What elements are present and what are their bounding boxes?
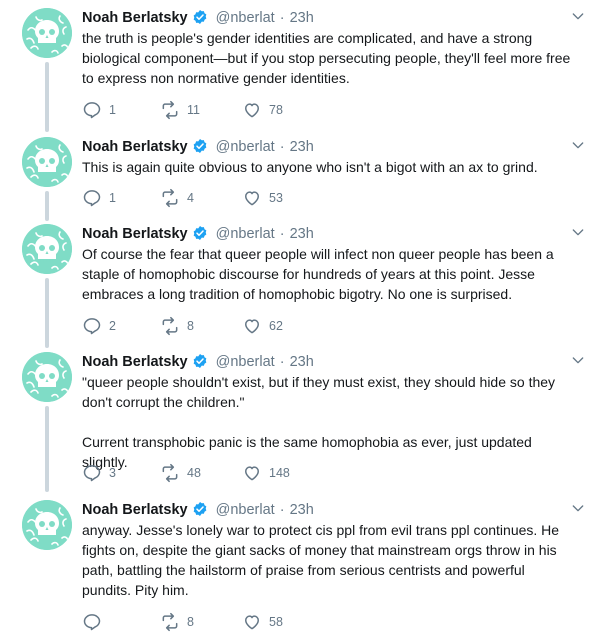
author-name[interactable]: Noah Berlatsky — [82, 354, 188, 370]
tweet-thread: Noah Berlatsky @nberlat · 23h the truth … — [0, 0, 610, 636]
tweet-text: Of course the fear that queer people wil… — [82, 246, 554, 302]
thread-line — [45, 406, 49, 492]
author-name[interactable]: Noah Berlatsky — [82, 226, 188, 242]
avatar[interactable] — [22, 352, 72, 402]
author-handle[interactable]: @nberlat — [216, 502, 275, 518]
tweet-text: This is again quite obvious to anyone wh… — [82, 159, 538, 175]
separator-dot: · — [279, 354, 285, 370]
retweet-icon — [162, 100, 178, 120]
tweet[interactable]: Noah Berlatsky @nberlat · 23h "queer peo… — [0, 352, 610, 492]
reply-button[interactable]: 2 — [82, 316, 116, 336]
like-count: 148 — [269, 466, 290, 480]
tweet-text: anyway. Jesse's lonely war to protect ci… — [82, 522, 560, 598]
thread-line — [45, 278, 49, 348]
author-handle[interactable]: @nberlat — [216, 139, 275, 155]
like-button[interactable]: 62 — [242, 316, 283, 336]
reply-button[interactable]: 1 — [82, 100, 116, 120]
verified-badge-icon — [193, 226, 206, 240]
tweet-header: Noah Berlatsky @nberlat · 23h — [82, 137, 314, 157]
thread-line — [45, 62, 49, 132]
avatar[interactable] — [22, 137, 72, 187]
retweet-count: 11 — [187, 103, 200, 117]
avatar[interactable] — [22, 224, 72, 274]
heart-icon — [245, 615, 259, 630]
author-handle[interactable]: @nberlat — [216, 354, 275, 370]
like-count: 78 — [269, 103, 283, 117]
timestamp[interactable]: 23h — [290, 354, 314, 370]
like-button[interactable]: 53 — [242, 188, 283, 208]
heart-icon — [245, 103, 259, 118]
chevron-down-icon[interactable] — [570, 137, 586, 153]
avatar[interactable] — [22, 8, 72, 58]
reply-icon — [83, 102, 101, 119]
timestamp[interactable]: 23h — [290, 502, 314, 518]
reply-button[interactable]: 1 — [82, 188, 116, 208]
verified-badge-icon — [193, 502, 206, 516]
retweet-button[interactable]: 8 — [160, 316, 194, 336]
reply-icon — [83, 318, 101, 335]
tweet-header: Noah Berlatsky @nberlat · 23h — [82, 224, 314, 244]
reply-icon — [83, 465, 101, 482]
reply-icon — [83, 190, 101, 207]
reply-count: 1 — [109, 191, 116, 205]
retweet-icon — [162, 463, 178, 483]
chevron-down-icon[interactable] — [570, 352, 586, 368]
heart-icon — [245, 466, 259, 481]
author-handle[interactable]: @nberlat — [216, 226, 275, 242]
chevron-down-icon[interactable] — [570, 500, 586, 516]
reply-button[interactable]: 3 — [82, 463, 116, 483]
timestamp[interactable]: 23h — [290, 10, 314, 26]
timestamp[interactable]: 23h — [290, 139, 314, 155]
chevron-down-icon[interactable] — [570, 8, 586, 24]
separator-dot: · — [279, 139, 285, 155]
author-handle[interactable]: @nberlat — [216, 10, 275, 26]
retweet-count: 48 — [187, 466, 201, 480]
verified-badge-icon — [193, 10, 206, 24]
like-count: 53 — [269, 191, 283, 205]
tweet[interactable]: Noah Berlatsky @nberlat · 23h Of course … — [0, 224, 610, 348]
retweet-button[interactable]: 11 — [160, 100, 200, 120]
reply-button[interactable] — [82, 612, 109, 632]
like-button[interactable]: 148 — [242, 463, 290, 483]
reply-count: 2 — [109, 319, 116, 333]
tweet[interactable]: Noah Berlatsky @nberlat · 23h This is ag… — [0, 137, 610, 221]
separator-dot: · — [279, 502, 285, 518]
retweet-button[interactable]: 48 — [160, 463, 201, 483]
like-button[interactable]: 78 — [242, 100, 283, 120]
verified-badge-icon — [193, 354, 206, 368]
reply-count: 1 — [109, 103, 116, 117]
avatar[interactable] — [22, 500, 72, 550]
tweet[interactable]: Noah Berlatsky @nberlat · 23h anyway. Je… — [0, 500, 610, 632]
separator-dot: · — [279, 10, 285, 26]
retweet-count: 8 — [187, 615, 194, 629]
retweet-count: 4 — [187, 191, 194, 205]
heart-icon — [245, 319, 259, 334]
retweet-icon — [162, 612, 178, 632]
retweet-icon — [162, 316, 178, 336]
tweet-header: Noah Berlatsky @nberlat · 23h — [82, 8, 314, 28]
tweet-header: Noah Berlatsky @nberlat · 23h — [82, 500, 314, 520]
retweet-button[interactable]: 8 — [160, 612, 194, 632]
chevron-down-icon[interactable] — [570, 224, 586, 240]
separator-dot: · — [279, 226, 285, 242]
heart-icon — [245, 191, 259, 206]
verified-badge-icon — [193, 139, 206, 153]
author-name[interactable]: Noah Berlatsky — [82, 502, 188, 518]
like-button[interactable]: 58 — [242, 612, 283, 632]
thread-line — [45, 191, 49, 221]
tweet-text: the truth is people's gender identities … — [82, 30, 571, 86]
like-count: 62 — [269, 319, 283, 333]
like-count: 58 — [269, 615, 283, 629]
tweet[interactable]: Noah Berlatsky @nberlat · 23h the truth … — [0, 8, 610, 133]
timestamp[interactable]: 23h — [290, 226, 314, 242]
retweet-button[interactable]: 4 — [160, 188, 194, 208]
reply-count: 3 — [109, 466, 116, 480]
retweet-count: 8 — [187, 319, 194, 333]
tweet-header: Noah Berlatsky @nberlat · 23h — [82, 352, 314, 372]
retweet-icon — [162, 188, 178, 208]
author-name[interactable]: Noah Berlatsky — [82, 10, 188, 26]
tweet-text: "queer people shouldn't exist, but if th… — [82, 374, 556, 470]
reply-icon — [83, 614, 101, 631]
author-name[interactable]: Noah Berlatsky — [82, 139, 188, 155]
